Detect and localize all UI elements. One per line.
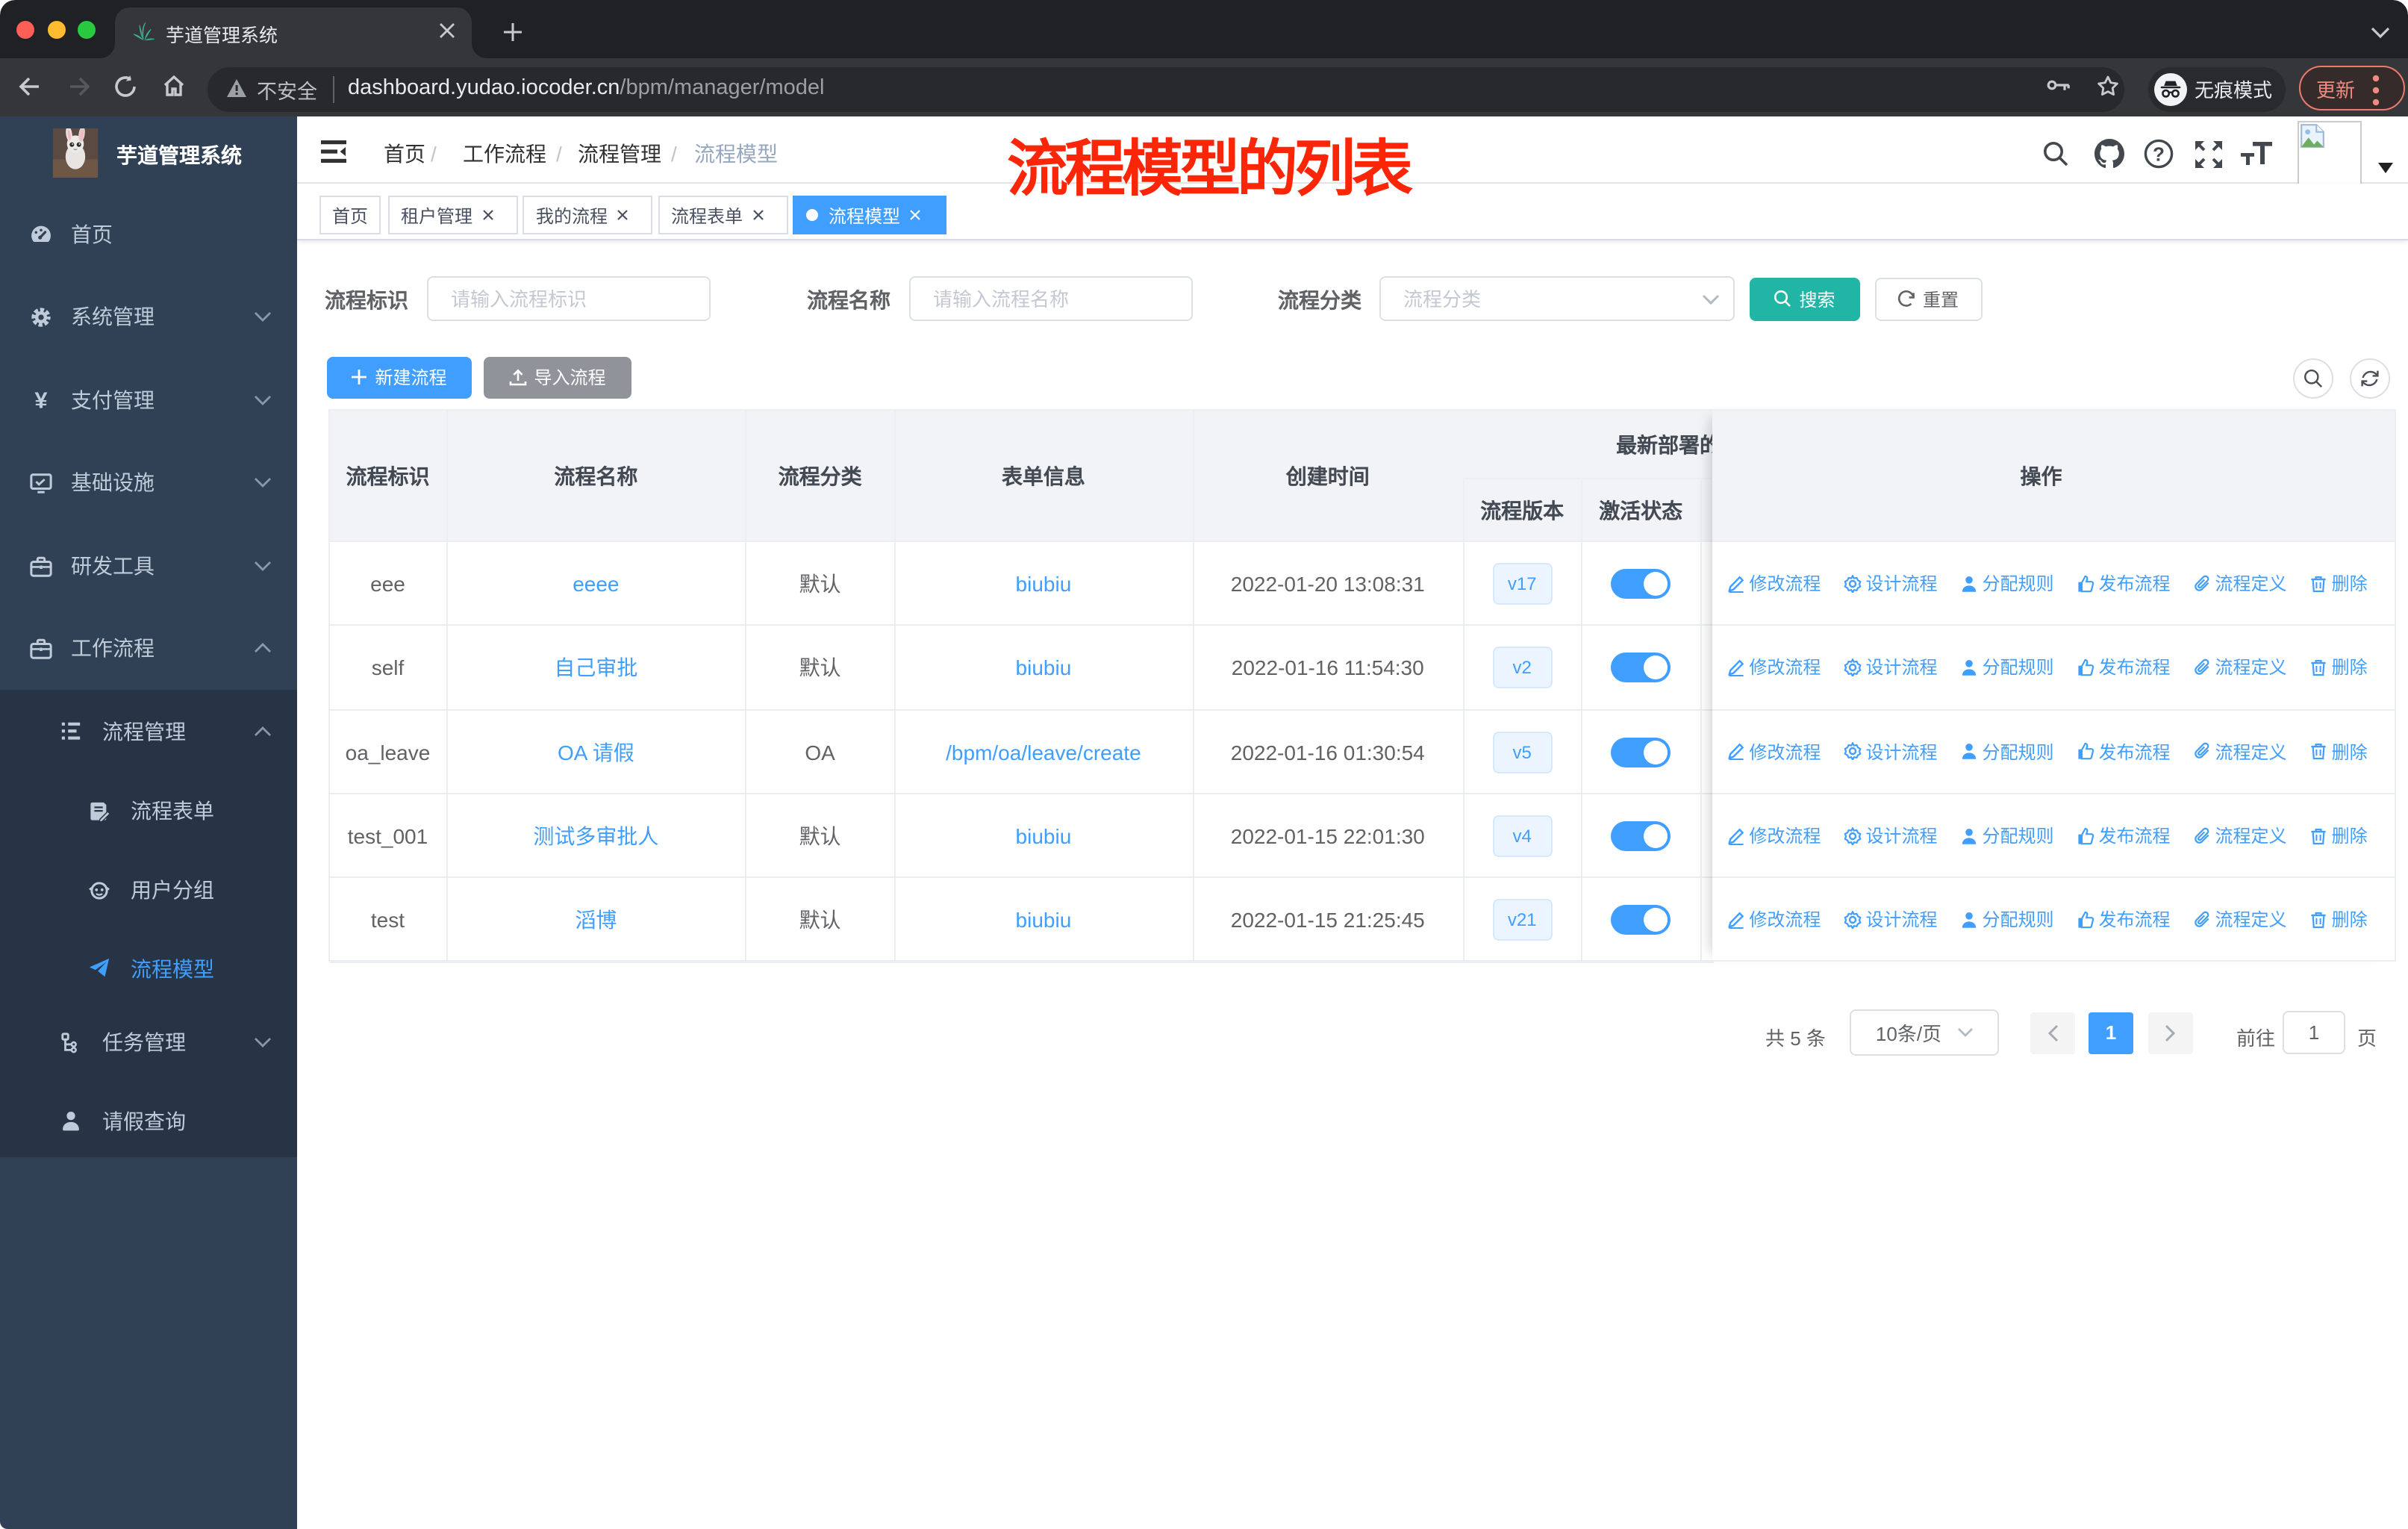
svg-text:?: ? <box>2153 143 2165 166</box>
svg-text:¥: ¥ <box>34 389 48 411</box>
